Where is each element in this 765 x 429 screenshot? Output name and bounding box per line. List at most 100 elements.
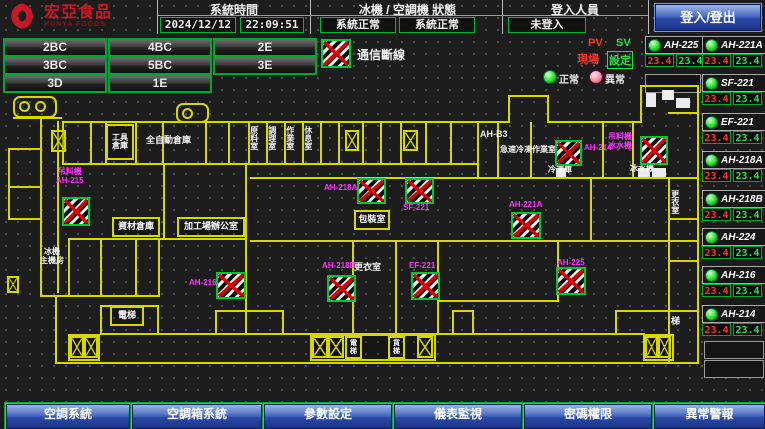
- map-wall: [215, 310, 284, 312]
- pv-value: 23.4: [645, 54, 674, 67]
- panel-device-AH-218B[interactable]: AH-218B: [702, 190, 765, 208]
- map-wall: [452, 310, 474, 312]
- panel-device-AH-216[interactable]: AH-216: [702, 266, 765, 284]
- map-device-EF-221[interactable]: [411, 272, 440, 300]
- map-wall: [100, 238, 102, 295]
- floor-button-3BC[interactable]: 3BC: [3, 56, 107, 75]
- panel-values-AH-224: 23.423.4: [702, 246, 762, 259]
- floor-button-3E[interactable]: 3E: [213, 56, 317, 75]
- nav-button-空調系統[interactable]: 空調系統: [6, 404, 130, 429]
- map-device-AH-225[interactable]: [556, 267, 586, 295]
- map-device-label: SF-221: [403, 204, 429, 213]
- floor-button-1E[interactable]: 1E: [108, 74, 212, 93]
- map-room-label: 原料室: [249, 126, 258, 150]
- map-device-AH-214[interactable]: [555, 140, 582, 166]
- panel-values-AH-218A: 23.423.4: [702, 169, 762, 182]
- pv-value: 23.4: [702, 246, 731, 259]
- map-device-label: 吊料機 冰水機: [608, 133, 632, 151]
- map-room-label: AH-B3: [480, 130, 508, 140]
- device-led-icon: [705, 193, 718, 206]
- panel-device-AH-225[interactable]: AH-225: [645, 36, 709, 54]
- empty-device-slot: [704, 341, 764, 359]
- map-wall: [640, 85, 642, 123]
- panel-device-AH-218A[interactable]: AH-218A: [702, 151, 765, 169]
- room-label-box: 電梯: [110, 306, 144, 326]
- panel-device-SF-221[interactable]: SF-221: [702, 74, 765, 92]
- map-wall: [547, 95, 549, 123]
- map-wall: [380, 122, 382, 163]
- map-wall: [338, 122, 340, 163]
- map-device-AH-215[interactable]: [62, 197, 90, 226]
- brand-logo: 宏亞食品 HUNYA FOODS: [4, 1, 112, 31]
- stairs-icon: [312, 336, 328, 358]
- stairs-icon: [7, 276, 19, 293]
- brand-subname: HUNYA FOODS: [44, 21, 112, 28]
- floor-button-3D[interactable]: 3D: [3, 74, 107, 93]
- pv-value: 23.4: [702, 208, 731, 221]
- map-device-AH-221A[interactable]: [511, 212, 541, 239]
- restroom-icon: [176, 103, 209, 123]
- comm-fail-icon: [321, 39, 351, 68]
- map-room-label: 冰機 主機房: [40, 248, 64, 266]
- sv-label: SV: [616, 37, 631, 49]
- map-device-label: EF-221: [409, 262, 435, 271]
- map-wall: [425, 122, 427, 163]
- device-name-label: SF-221: [721, 78, 754, 89]
- sv-value: 23.4: [733, 208, 762, 221]
- pv-label: PV: [588, 37, 603, 49]
- pv-value: 23.4: [702, 54, 731, 67]
- floor-button-2BC[interactable]: 2BC: [3, 38, 107, 57]
- nav-button-參數設定[interactable]: 參數設定: [264, 404, 392, 429]
- device-led-icon: [705, 154, 718, 167]
- nav-button-異常警報[interactable]: 異常警報: [654, 404, 765, 429]
- panel-device-AH-224[interactable]: AH-224: [702, 228, 765, 246]
- map-device-label: AH-216: [189, 279, 217, 288]
- room-label-box: 工具 倉庫: [106, 124, 134, 160]
- abnormal-led-icon: [589, 70, 603, 84]
- map-device-AH-216[interactable]: [216, 272, 246, 299]
- map-wall: [320, 122, 322, 163]
- nav-button-密碼權限[interactable]: 密碼權限: [524, 404, 652, 429]
- nav-button-空調箱系統[interactable]: 空調箱系統: [132, 404, 262, 429]
- map-device-AH-218B[interactable]: [327, 275, 356, 302]
- panel-device-EF-221[interactable]: EF-221: [702, 113, 765, 131]
- equipment-fixture: [662, 90, 674, 100]
- empty-device-slot: [704, 360, 764, 378]
- map-wall: [158, 238, 160, 297]
- device-led-icon: [648, 39, 661, 52]
- panel-values-EF-221: 23.423.4: [702, 131, 762, 144]
- panel-device-AH-221A[interactable]: AH-221A: [702, 36, 765, 54]
- sv-value: 23.4: [733, 92, 762, 105]
- map-room-label: 調理室: [267, 126, 276, 150]
- device-led-icon: [705, 308, 718, 321]
- panel-values-AH-225: 23.423.4: [645, 54, 705, 67]
- device-name-label: AH-225: [664, 40, 698, 51]
- map-device-SF-221[interactable]: [405, 178, 434, 204]
- stairs-icon: [70, 336, 84, 358]
- floor-button-4BC[interactable]: 4BC: [108, 38, 212, 57]
- device-led-icon: [705, 116, 718, 129]
- device-name-label: AH-214: [721, 309, 755, 320]
- restroom-fixture-icon: [35, 101, 46, 112]
- map-wall: [250, 177, 697, 179]
- login-user-label: 登入人員: [505, 1, 645, 18]
- nav-cell: 異常警報: [652, 402, 765, 429]
- map-wall: [135, 238, 137, 295]
- map-device-AH-218A[interactable]: [357, 178, 386, 204]
- normal-led-icon: [543, 70, 557, 84]
- device-led-icon: [705, 77, 718, 90]
- floor-button-5BC[interactable]: 5BC: [108, 56, 212, 75]
- map-device-冰水機吊料機[interactable]: [640, 136, 668, 165]
- nav-cell: 參數設定: [262, 402, 392, 429]
- map-wall: [205, 122, 207, 163]
- nav-button-儀表監視[interactable]: 儀表監視: [394, 404, 522, 429]
- panel-device-AH-214[interactable]: AH-214: [702, 305, 765, 323]
- field-label: 現場: [577, 51, 599, 67]
- floor-button-2E[interactable]: 2E: [213, 38, 317, 57]
- map-wall: [590, 177, 592, 242]
- sv-value: 23.4: [733, 323, 762, 336]
- stairs-icon: [658, 336, 671, 358]
- map-wall: [68, 238, 70, 295]
- login-logout-button[interactable]: 登入/登出: [655, 4, 761, 31]
- sv-value: 23.4: [733, 169, 762, 182]
